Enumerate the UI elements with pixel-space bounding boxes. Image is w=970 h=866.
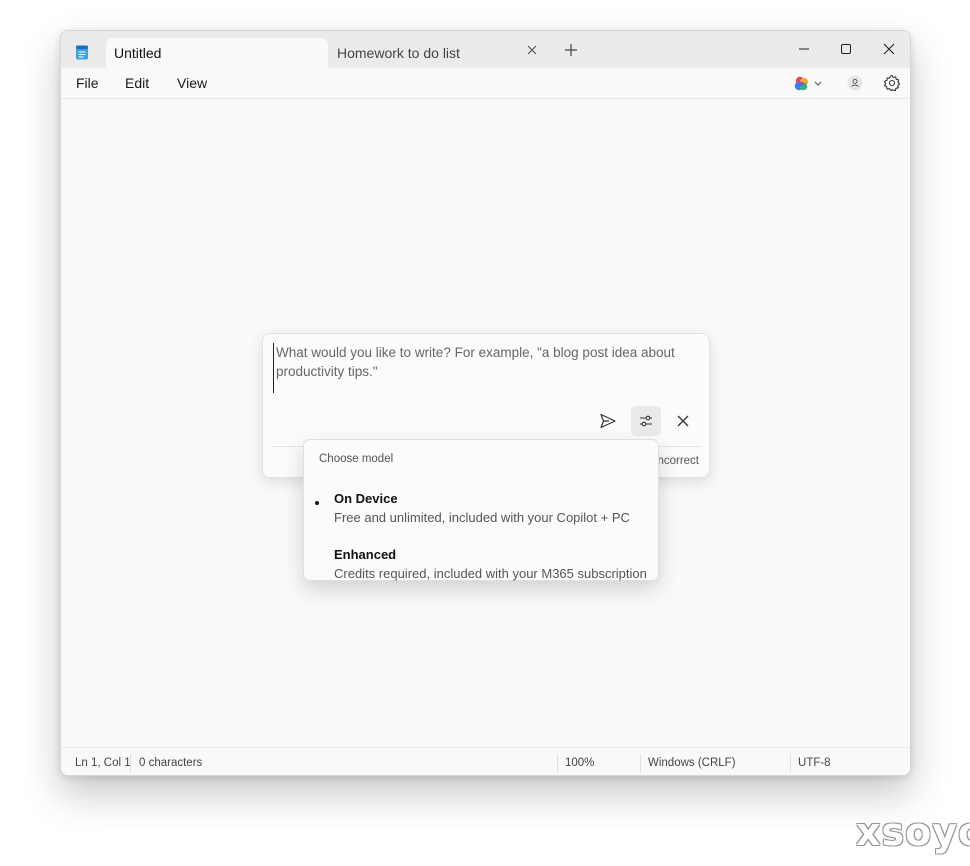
close-prompt-button[interactable] bbox=[668, 406, 698, 436]
copilot-icon[interactable] bbox=[793, 75, 827, 93]
title-bar: Untitled Homework to do list bbox=[61, 31, 910, 68]
selected-bullet-icon bbox=[315, 501, 319, 505]
status-divider bbox=[130, 754, 131, 772]
tab-untitled[interactable]: Untitled bbox=[106, 38, 328, 68]
model-title: On Device bbox=[334, 491, 398, 506]
minimize-button[interactable] bbox=[794, 39, 814, 59]
disclaimer-text: ncorrect bbox=[657, 455, 699, 467]
menu-file[interactable]: File bbox=[76, 75, 99, 91]
cursor-position: Ln 1, Col 1 bbox=[75, 757, 131, 769]
notepad-window: Untitled Homework to do list File Edit V… bbox=[60, 30, 911, 776]
menu-edit[interactable]: Edit bbox=[125, 75, 149, 91]
status-divider bbox=[790, 754, 791, 772]
line-ending[interactable]: Windows (CRLF) bbox=[648, 757, 736, 769]
model-option-enhanced[interactable]: Enhanced Credits required, included with… bbox=[304, 540, 658, 588]
model-description: Free and unlimited, included with your C… bbox=[334, 510, 630, 525]
tab-label: Untitled bbox=[114, 45, 162, 61]
model-settings-button[interactable] bbox=[631, 406, 661, 436]
minimize-icon bbox=[799, 48, 809, 50]
prompt-input[interactable]: What would you like to write? For exampl… bbox=[273, 343, 693, 393]
tab-homework[interactable]: Homework to do list bbox=[337, 38, 547, 68]
close-window-button[interactable] bbox=[879, 39, 899, 59]
status-divider bbox=[640, 754, 641, 772]
menu-view[interactable]: View bbox=[177, 75, 207, 91]
encoding[interactable]: UTF-8 bbox=[798, 757, 831, 769]
new-tab-icon[interactable] bbox=[564, 43, 578, 57]
send-button[interactable] bbox=[593, 406, 623, 436]
status-bar: Ln 1, Col 1 0 characters 100% Windows (C… bbox=[61, 747, 910, 775]
character-count: 0 characters bbox=[139, 757, 203, 769]
close-icon bbox=[677, 415, 689, 427]
gear-icon[interactable] bbox=[883, 74, 901, 92]
menu-header: Choose model bbox=[319, 453, 394, 465]
close-tab-icon[interactable] bbox=[526, 44, 538, 56]
menu-bar: File Edit View bbox=[61, 68, 910, 99]
model-description: Credits required, included with your M36… bbox=[334, 566, 647, 581]
status-divider bbox=[557, 754, 558, 772]
watermark-logo: xsoyo bbox=[856, 810, 970, 854]
model-title: Enhanced bbox=[334, 547, 397, 562]
sliders-icon bbox=[640, 415, 652, 427]
zoom-level[interactable]: 100% bbox=[565, 757, 594, 769]
send-icon bbox=[600, 413, 616, 429]
notepad-icon bbox=[76, 45, 88, 60]
tab-label: Homework to do list bbox=[337, 45, 460, 61]
account-icon[interactable] bbox=[847, 75, 863, 91]
choose-model-menu: Choose model On Device Free and unlimite… bbox=[303, 439, 659, 581]
maximize-icon bbox=[841, 44, 851, 54]
close-icon bbox=[883, 43, 895, 55]
model-option-on-device[interactable]: On Device Free and unlimited, included w… bbox=[304, 484, 658, 532]
maximize-button[interactable] bbox=[836, 39, 856, 59]
